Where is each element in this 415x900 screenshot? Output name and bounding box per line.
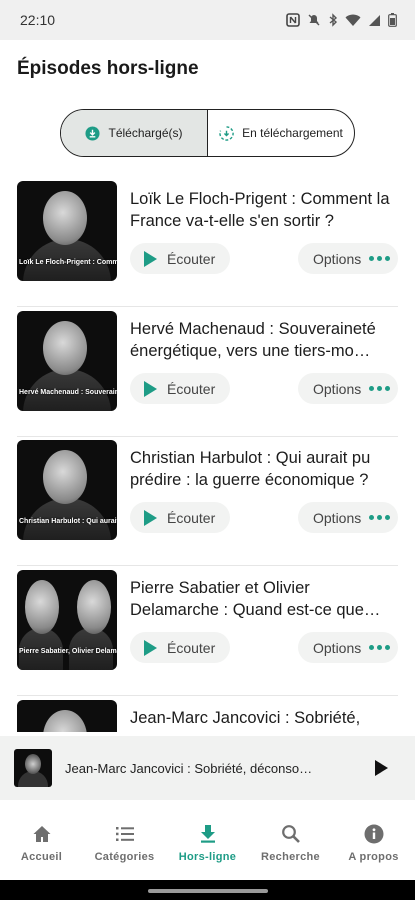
nav-label: Catégories bbox=[94, 851, 155, 863]
listen-label: Écouter bbox=[167, 509, 216, 526]
options-button[interactable]: Options bbox=[298, 373, 398, 404]
thumbnail-caption: Pierre Sabatier, Olivier Delamarche : Qu… bbox=[19, 648, 117, 655]
options-label: Options bbox=[313, 250, 362, 267]
thumbnail-caption: Christian Harbulot : Qui aurait pu prédi… bbox=[19, 518, 117, 525]
options-button[interactable]: Options bbox=[298, 243, 398, 274]
info-icon bbox=[364, 824, 383, 844]
episode-title[interactable]: Christian Harbulot : Qui aurait pu prédi… bbox=[130, 447, 402, 491]
more-dots-icon bbox=[369, 515, 391, 520]
play-icon[interactable] bbox=[375, 760, 388, 776]
nav-label: Hors-ligne bbox=[178, 851, 237, 863]
offline-tabs: Téléchargé(s) En téléchargement bbox=[60, 109, 355, 157]
status-bar: 22:10 bbox=[0, 0, 415, 40]
listen-button[interactable]: Écouter bbox=[130, 632, 230, 663]
list-item[interactable]: Jean-Marc Jancovici : Sobriété, déconsom… bbox=[0, 696, 415, 732]
status-icons bbox=[286, 13, 397, 27]
list-item[interactable]: Hervé Machenaud : Souveraineté énergétiq… bbox=[0, 307, 415, 437]
listen-button[interactable]: Écouter bbox=[130, 373, 230, 404]
home-icon bbox=[33, 826, 50, 842]
mini-player-title[interactable]: Jean-Marc Jancovici : Sobriété, déconso… bbox=[65, 761, 340, 776]
episode-title[interactable]: Jean-Marc Jancovici : Sobriété, déconsom… bbox=[130, 707, 402, 732]
play-icon bbox=[144, 639, 157, 656]
thumbnail-caption: Loïk Le Floch-Prigent : Comment la Franc… bbox=[19, 259, 117, 266]
home-gesture-pill[interactable] bbox=[148, 889, 268, 893]
wifi-icon bbox=[345, 14, 361, 26]
play-icon bbox=[144, 509, 157, 526]
more-dots-icon bbox=[369, 256, 391, 261]
tab-downloaded[interactable]: Téléchargé(s) bbox=[61, 110, 208, 156]
nav-item-home[interactable]: Accueil bbox=[0, 808, 83, 880]
options-button[interactable]: Options bbox=[298, 632, 398, 663]
bluetooth-icon bbox=[329, 13, 338, 27]
listen-label: Écouter bbox=[167, 639, 216, 656]
signal-icon bbox=[369, 14, 380, 26]
options-label: Options bbox=[313, 380, 362, 397]
nav-label: Accueil bbox=[20, 851, 63, 863]
nfc-icon bbox=[286, 13, 300, 27]
status-time: 22:10 bbox=[20, 12, 56, 28]
episode-title[interactable]: Hervé Machenaud : Souveraineté énergétiq… bbox=[130, 318, 402, 362]
nav-item-categories[interactable]: Catégories bbox=[83, 808, 166, 880]
nav-item-offline[interactable]: Hors-ligne bbox=[166, 808, 249, 880]
mini-player-thumbnail bbox=[14, 749, 52, 787]
episode-thumbnail bbox=[17, 700, 117, 732]
nav-label: A propos bbox=[348, 851, 399, 863]
tab-downloading[interactable]: En téléchargement bbox=[208, 110, 354, 156]
options-button[interactable]: Options bbox=[298, 502, 398, 533]
episode-thumbnail: Pierre Sabatier, Olivier Delamarche : Qu… bbox=[17, 570, 117, 670]
list-item[interactable]: Christian Harbulot : Qui aurait pu prédi… bbox=[0, 436, 415, 566]
bottom-nav: Accueil Catégories Hors-ligne Recherche … bbox=[0, 808, 415, 880]
list-item[interactable]: Loïk Le Floch-Prigent : Comment la Franc… bbox=[0, 177, 415, 307]
tab-downloaded-label: Téléchargé(s) bbox=[108, 126, 183, 140]
listen-button[interactable]: Écouter bbox=[130, 502, 230, 533]
battery-icon bbox=[388, 13, 397, 27]
listen-label: Écouter bbox=[167, 380, 216, 397]
listen-button[interactable]: Écouter bbox=[130, 243, 230, 274]
nav-item-about[interactable]: A propos bbox=[332, 808, 415, 880]
downloading-icon bbox=[219, 125, 234, 141]
episode-thumbnail: Christian Harbulot : Qui aurait pu prédi… bbox=[17, 440, 117, 540]
download-circle-icon bbox=[85, 125, 101, 141]
episode-thumbnail: Hervé Machenaud : Souveraineté énergétiq… bbox=[17, 311, 117, 411]
episode-list: Loïk Le Floch-Prigent : Comment la Franc… bbox=[0, 177, 415, 732]
more-dots-icon bbox=[369, 386, 391, 391]
mini-player[interactable]: Jean-Marc Jancovici : Sobriété, déconso… bbox=[0, 736, 415, 800]
episode-title[interactable]: Loïk Le Floch-Prigent : Comment la Franc… bbox=[130, 188, 402, 232]
nav-label: Recherche bbox=[261, 851, 320, 863]
listen-label: Écouter bbox=[167, 250, 216, 267]
nav-item-search[interactable]: Recherche bbox=[249, 808, 332, 880]
thumbnail-caption: Hervé Machenaud : Souveraineté énergétiq… bbox=[19, 389, 117, 396]
download-icon bbox=[200, 825, 215, 843]
mute-icon bbox=[308, 14, 320, 26]
system-nav-bar bbox=[0, 880, 415, 900]
options-label: Options bbox=[313, 639, 362, 656]
page-title: Épisodes hors-ligne bbox=[17, 58, 199, 79]
episode-title[interactable]: Pierre Sabatier et Olivier Delamarche : … bbox=[130, 577, 402, 621]
list-icon bbox=[115, 827, 134, 841]
options-label: Options bbox=[313, 509, 362, 526]
episode-thumbnail: Loïk Le Floch-Prigent : Comment la Franc… bbox=[17, 181, 117, 281]
tab-downloading-label: En téléchargement bbox=[242, 126, 343, 140]
more-dots-icon bbox=[369, 645, 391, 650]
play-icon bbox=[144, 380, 157, 397]
search-icon bbox=[281, 825, 300, 843]
play-icon bbox=[144, 250, 157, 267]
list-item[interactable]: Pierre Sabatier, Olivier Delamarche : Qu… bbox=[0, 566, 415, 696]
